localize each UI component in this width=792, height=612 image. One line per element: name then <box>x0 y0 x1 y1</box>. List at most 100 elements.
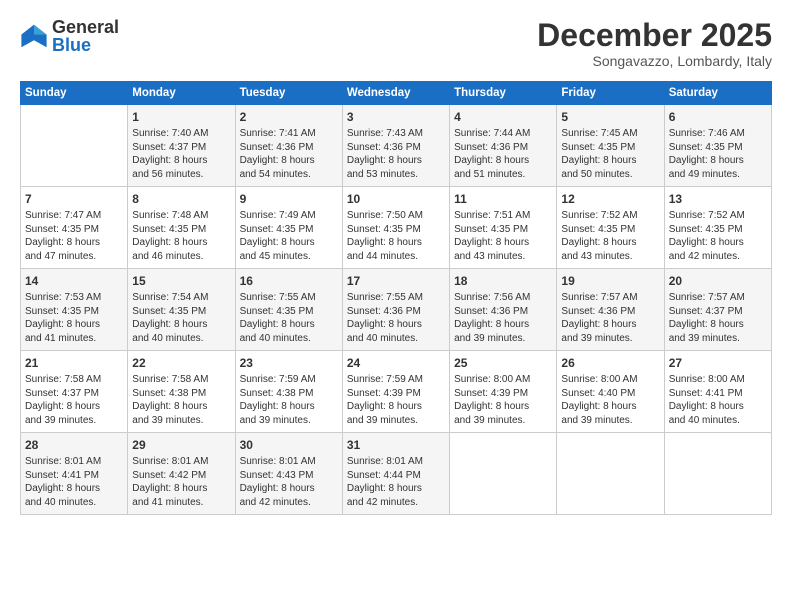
calendar-cell: 29Sunrise: 8:01 AMSunset: 4:42 PMDayligh… <box>128 433 235 515</box>
cell-content: Sunrise: 8:01 AMSunset: 4:41 PMDaylight:… <box>25 455 123 509</box>
cell-line: Sunrise: 7:55 AM <box>347 291 445 305</box>
cell-line: and 39 minutes. <box>454 414 552 428</box>
cell-content: Sunrise: 7:52 AMSunset: 4:35 PMDaylight:… <box>561 209 659 263</box>
cell-content: Sunrise: 7:57 AMSunset: 4:37 PMDaylight:… <box>669 291 767 345</box>
cell-content: Sunrise: 7:47 AMSunset: 4:35 PMDaylight:… <box>25 209 123 263</box>
cell-content: Sunrise: 7:49 AMSunset: 4:35 PMDaylight:… <box>240 209 338 263</box>
cell-line: Daylight: 8 hours <box>25 482 123 496</box>
calendar-cell: 17Sunrise: 7:55 AMSunset: 4:36 PMDayligh… <box>342 269 449 351</box>
cell-line: Daylight: 8 hours <box>132 400 230 414</box>
cell-line: and 44 minutes. <box>347 250 445 264</box>
page: General Blue December 2025 Songavazzo, L… <box>0 0 792 612</box>
weekday-header-monday: Monday <box>128 82 235 105</box>
cell-content: Sunrise: 7:52 AMSunset: 4:35 PMDaylight:… <box>669 209 767 263</box>
cell-line: and 39 minutes. <box>240 414 338 428</box>
day-number: 7 <box>25 191 123 207</box>
cell-line: Daylight: 8 hours <box>669 318 767 332</box>
cell-line: and 39 minutes. <box>561 332 659 346</box>
cell-content: Sunrise: 7:54 AMSunset: 4:35 PMDaylight:… <box>132 291 230 345</box>
cell-line: Sunrise: 7:59 AM <box>240 373 338 387</box>
cell-line: Sunrise: 7:54 AM <box>132 291 230 305</box>
cell-line: Sunset: 4:36 PM <box>347 305 445 319</box>
cell-line: and 50 minutes. <box>561 168 659 182</box>
location: Songavazzo, Lombardy, Italy <box>537 53 772 69</box>
calendar-cell: 18Sunrise: 7:56 AMSunset: 4:36 PMDayligh… <box>450 269 557 351</box>
cell-line: Daylight: 8 hours <box>240 236 338 250</box>
logo-blue-text: Blue <box>52 35 91 55</box>
cell-line: Sunset: 4:35 PM <box>25 223 123 237</box>
cell-line: Daylight: 8 hours <box>454 236 552 250</box>
calendar-cell: 9Sunrise: 7:49 AMSunset: 4:35 PMDaylight… <box>235 187 342 269</box>
calendar-cell: 26Sunrise: 8:00 AMSunset: 4:40 PMDayligh… <box>557 351 664 433</box>
cell-line: Sunrise: 8:01 AM <box>240 455 338 469</box>
cell-line: and 39 minutes. <box>669 332 767 346</box>
cell-line: Sunrise: 7:49 AM <box>240 209 338 223</box>
cell-line: and 42 minutes. <box>347 496 445 510</box>
calendar-header: SundayMondayTuesdayWednesdayThursdayFrid… <box>21 82 772 105</box>
cell-line: Sunset: 4:36 PM <box>347 141 445 155</box>
day-number: 2 <box>240 109 338 125</box>
cell-content: Sunrise: 7:53 AMSunset: 4:35 PMDaylight:… <box>25 291 123 345</box>
weekday-header-tuesday: Tuesday <box>235 82 342 105</box>
cell-line: Daylight: 8 hours <box>132 318 230 332</box>
cell-line: and 40 minutes. <box>240 332 338 346</box>
cell-line: Daylight: 8 hours <box>347 154 445 168</box>
day-number: 11 <box>454 191 552 207</box>
cell-content: Sunrise: 7:45 AMSunset: 4:35 PMDaylight:… <box>561 127 659 181</box>
day-number: 25 <box>454 355 552 371</box>
cell-content: Sunrise: 7:41 AMSunset: 4:36 PMDaylight:… <box>240 127 338 181</box>
calendar: SundayMondayTuesdayWednesdayThursdayFrid… <box>20 81 772 515</box>
cell-line: Sunset: 4:41 PM <box>669 387 767 401</box>
cell-line: Sunrise: 7:45 AM <box>561 127 659 141</box>
weekday-row: SundayMondayTuesdayWednesdayThursdayFrid… <box>21 82 772 105</box>
cell-line: Sunset: 4:35 PM <box>132 305 230 319</box>
calendar-cell: 4Sunrise: 7:44 AMSunset: 4:36 PMDaylight… <box>450 105 557 187</box>
cell-line: and 56 minutes. <box>132 168 230 182</box>
calendar-week-1: 1Sunrise: 7:40 AMSunset: 4:37 PMDaylight… <box>21 105 772 187</box>
cell-line: Sunset: 4:36 PM <box>240 141 338 155</box>
calendar-week-2: 7 Sunrise: 7:47 AMSunset: 4:35 PMDaylight… <box>21 187 772 269</box>
cell-line: Daylight: 8 hours <box>669 236 767 250</box>
cell-line: Sunset: 4:39 PM <box>454 387 552 401</box>
cell-line: Daylight: 8 hours <box>347 400 445 414</box>
cell-line: Sunrise: 7:53 AM <box>25 291 123 305</box>
day-number: 4 <box>454 109 552 125</box>
cell-content: Sunrise: 8:00 AMSunset: 4:39 PMDaylight:… <box>454 373 552 427</box>
cell-line: Sunset: 4:37 PM <box>132 141 230 155</box>
cell-line: Daylight: 8 hours <box>25 318 123 332</box>
day-number: 20 <box>669 273 767 289</box>
calendar-week-5: 28Sunrise: 8:01 AMSunset: 4:41 PMDayligh… <box>21 433 772 515</box>
cell-line: Daylight: 8 hours <box>561 318 659 332</box>
cell-content: Sunrise: 7:50 AMSunset: 4:35 PMDaylight:… <box>347 209 445 263</box>
calendar-cell: 16Sunrise: 7:55 AMSunset: 4:35 PMDayligh… <box>235 269 342 351</box>
calendar-week-3: 14Sunrise: 7:53 AMSunset: 4:35 PMDayligh… <box>21 269 772 351</box>
cell-line: Daylight: 8 hours <box>25 400 123 414</box>
cell-line: Daylight: 8 hours <box>454 400 552 414</box>
cell-line: Sunrise: 8:00 AM <box>454 373 552 387</box>
cell-line: Daylight: 8 hours <box>240 482 338 496</box>
cell-line: Sunrise: 8:00 AM <box>561 373 659 387</box>
cell-content: Sunrise: 8:00 AMSunset: 4:40 PMDaylight:… <box>561 373 659 427</box>
cell-line: Sunset: 4:38 PM <box>132 387 230 401</box>
calendar-cell: 24Sunrise: 7:59 AMSunset: 4:39 PMDayligh… <box>342 351 449 433</box>
cell-content: Sunrise: 7:57 AMSunset: 4:36 PMDaylight:… <box>561 291 659 345</box>
day-number: 30 <box>240 437 338 453</box>
cell-line: Sunset: 4:35 PM <box>132 223 230 237</box>
calendar-cell <box>557 433 664 515</box>
cell-line: Sunrise: 8:00 AM <box>669 373 767 387</box>
cell-line: Sunrise: 8:01 AM <box>25 455 123 469</box>
cell-line: Daylight: 8 hours <box>454 154 552 168</box>
cell-line: and 47 minutes. <box>25 250 123 264</box>
weekday-header-friday: Friday <box>557 82 664 105</box>
logo: General Blue <box>20 18 119 54</box>
cell-line: Sunrise: 7:52 AM <box>669 209 767 223</box>
cell-line: and 51 minutes. <box>454 168 552 182</box>
cell-line: Sunset: 4:42 PM <box>132 469 230 483</box>
cell-line: Sunset: 4:44 PM <box>347 469 445 483</box>
cell-line: Sunset: 4:35 PM <box>25 305 123 319</box>
calendar-cell: 8Sunrise: 7:48 AMSunset: 4:35 PMDaylight… <box>128 187 235 269</box>
cell-line: and 40 minutes. <box>669 414 767 428</box>
calendar-cell: 15Sunrise: 7:54 AMSunset: 4:35 PMDayligh… <box>128 269 235 351</box>
cell-line: Sunset: 4:43 PM <box>240 469 338 483</box>
day-number: 23 <box>240 355 338 371</box>
